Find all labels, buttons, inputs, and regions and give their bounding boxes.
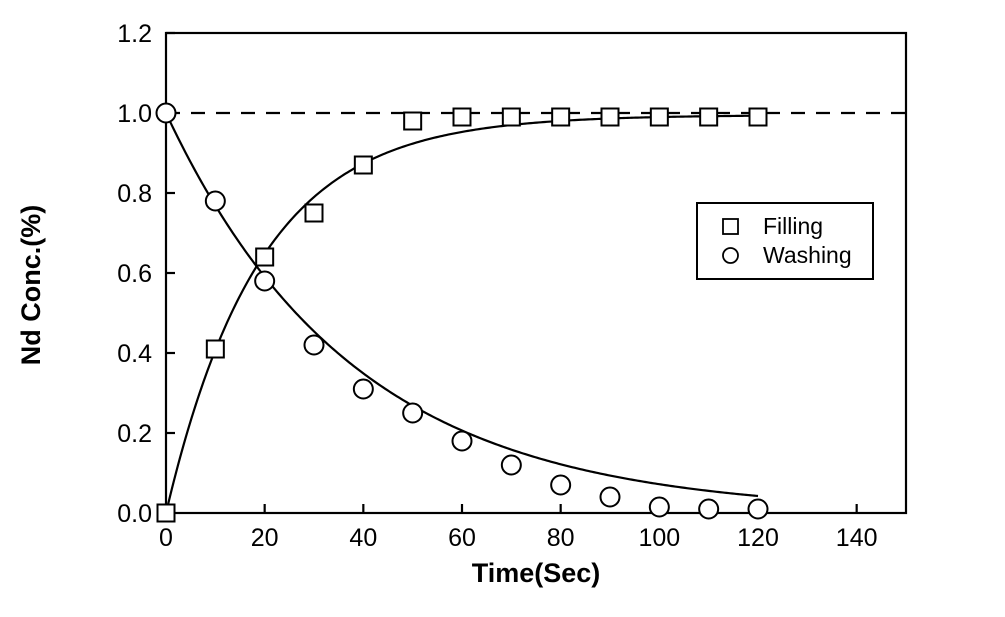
marker-square [156, 503, 176, 523]
marker-circle [254, 270, 276, 292]
y-tick-label: 1.0 [117, 100, 152, 128]
marker-square [649, 107, 669, 127]
y-tick-label: 0.6 [117, 260, 152, 288]
marker-circle [747, 498, 769, 520]
y-axis-title: Nd Conc.(%) [16, 205, 46, 365]
marker-square [699, 107, 719, 127]
y-tick-label: 0.4 [117, 340, 152, 368]
marker-circle [204, 190, 226, 212]
x-tick-label: 60 [448, 524, 476, 552]
marker-square [501, 107, 521, 127]
marker-circle [698, 498, 720, 520]
legend-label-filling: Filling [763, 213, 823, 239]
marker-square [255, 247, 275, 267]
x-tick-label: 80 [547, 524, 575, 552]
marker-circle [155, 102, 177, 124]
marker-square [600, 107, 620, 127]
chart-legend[interactable]: Filling Washing [696, 202, 874, 280]
chart-canvas: 0 20 40 60 80 100 120 140 0.0 0.2 0.4 0.6 0.8 1.0 1.2… [0, 0, 1005, 617]
y-tick-label: 0.2 [117, 420, 152, 448]
marker-square [551, 107, 571, 127]
marker-circle [500, 454, 522, 476]
y-tick-label: 0.8 [117, 180, 152, 208]
marker-circle [352, 378, 374, 400]
x-axis-title: Time(Sec) [472, 558, 601, 588]
marker-square [452, 107, 472, 127]
marker-circle [599, 486, 621, 508]
y-tick-label: 0.0 [117, 500, 152, 528]
x-tick-label: 0 [159, 524, 173, 552]
marker-circle [550, 474, 572, 496]
marker-square [304, 203, 324, 223]
marker-circle [648, 496, 670, 518]
legend-label-washing: Washing [763, 242, 852, 268]
marker-circle [303, 334, 325, 356]
marker-square [353, 155, 373, 175]
y-tick-label: 1.2 [117, 20, 152, 48]
x-tick-label: 100 [638, 524, 680, 552]
marker-square [403, 111, 423, 131]
x-tick-label: 140 [836, 524, 878, 552]
marker-square [205, 339, 225, 359]
chart-figure: 0 20 40 60 80 100 120 140 0.0 0.2 0.4 0.6 0.8 1.0 1.2… [0, 0, 1005, 617]
x-tick-label: 40 [349, 524, 377, 552]
x-tick-label: 20 [251, 524, 279, 552]
marker-square [748, 107, 768, 127]
marker-circle [402, 402, 424, 424]
marker-circle [451, 430, 473, 452]
x-tick-label: 120 [737, 524, 779, 552]
